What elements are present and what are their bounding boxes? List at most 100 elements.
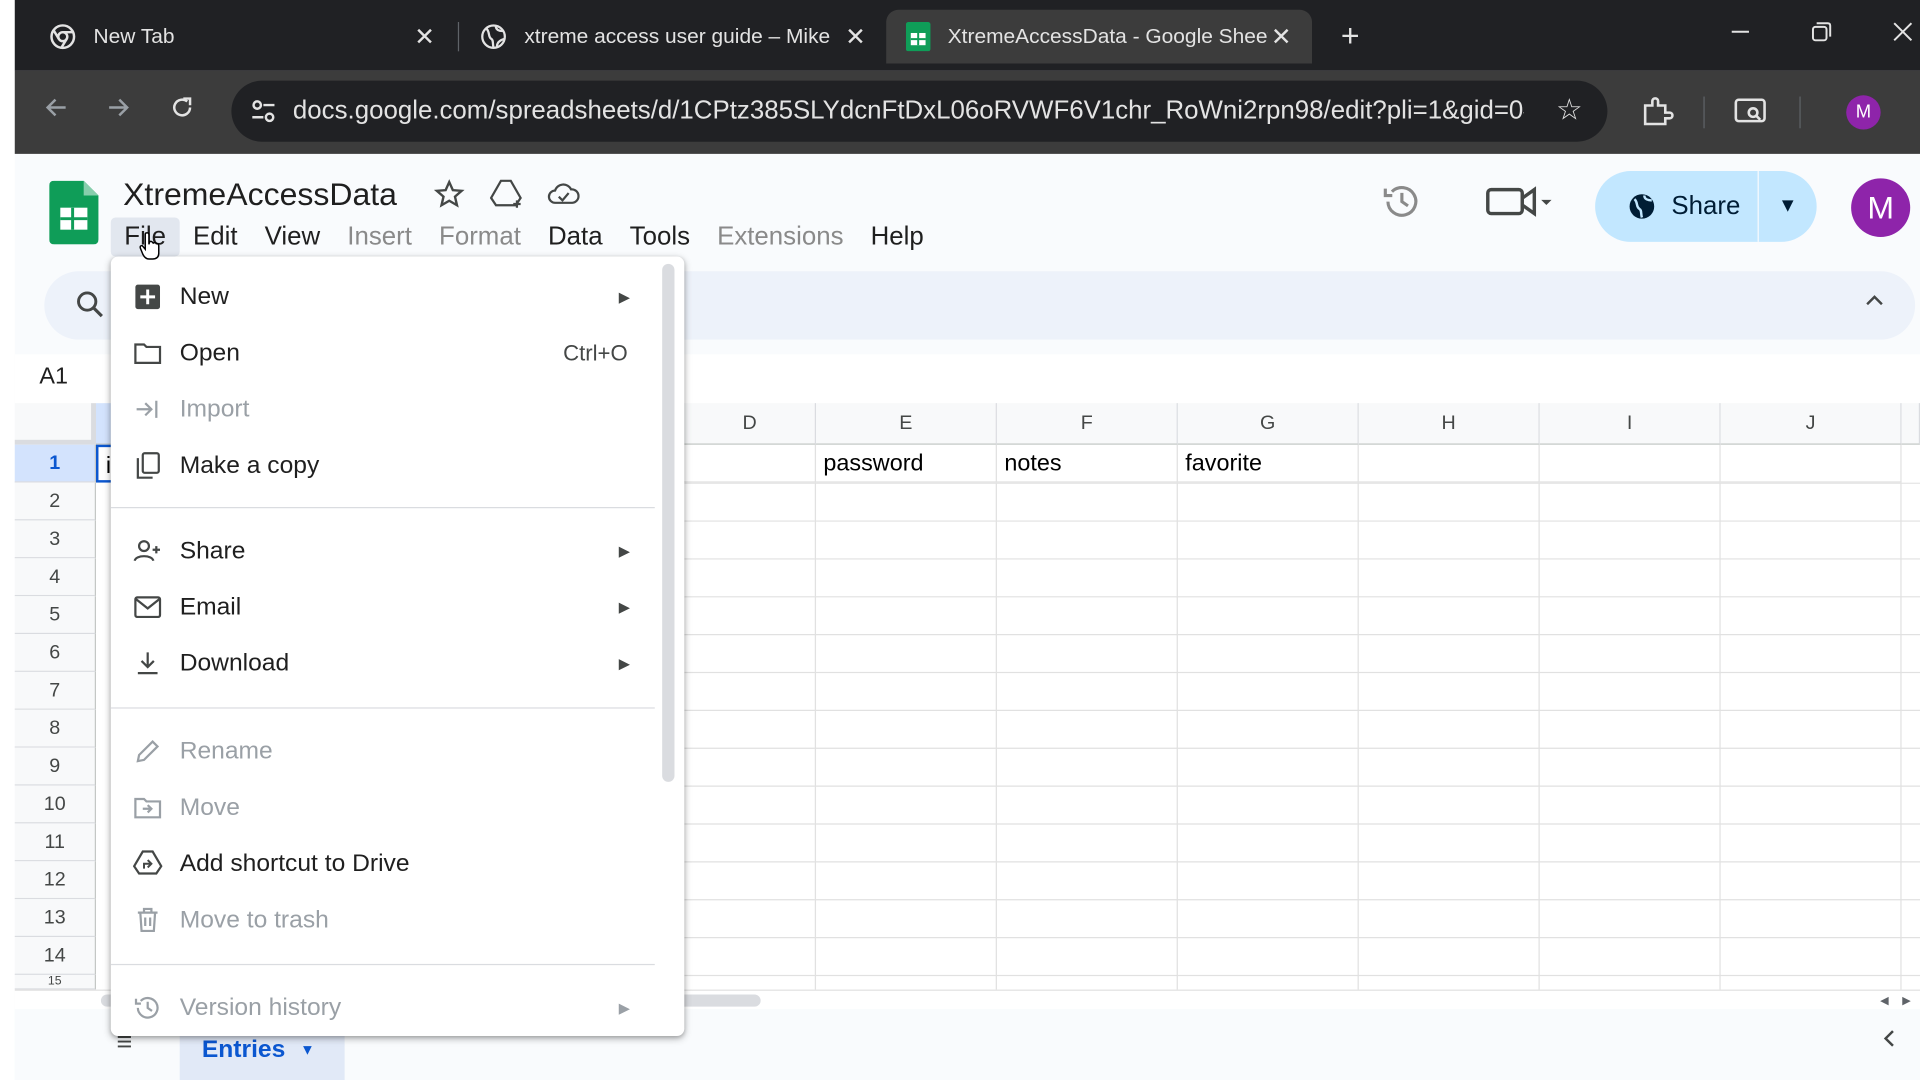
caret-down-icon[interactable]: ▼ [300,1041,315,1058]
column-header-i[interactable]: I [1539,403,1721,445]
row-header-12[interactable]: 12 [14,861,97,900]
version-history-icon[interactable] [1381,181,1425,225]
column-header-g[interactable]: G [1177,403,1359,445]
menu-item-make-a-copy[interactable]: Make a copy [111,437,655,493]
tab-new-tab[interactable]: New Tab ✕ [30,10,456,64]
window-close-icon[interactable] [1886,17,1920,54]
row-header-1[interactable]: 1 [14,444,97,483]
menu-scrollbar[interactable] [662,263,675,782]
menu-item-move-to-trash[interactable]: Move to trash [111,892,655,948]
tab-title: XtremeAccessData - Google Sheets [947,24,1268,48]
select-all-corner[interactable] [14,403,97,445]
row-header-14[interactable]: 14 [14,937,97,975]
menu-item-label: Move [179,794,240,821]
chevron-up-icon[interactable] [1859,288,1891,320]
cell-i1[interactable] [1539,444,1721,483]
menu-item-add-shortcut-to-drive[interactable]: Add shortcut to Drive [111,836,655,892]
menu-item-share[interactable]: Share ▶ [111,523,655,579]
forward-icon[interactable] [98,93,137,132]
share-button[interactable]: Share [1595,171,1757,242]
share-dropdown-icon[interactable]: ▼ [1759,171,1817,242]
row-header-10[interactable]: 10 [14,785,97,824]
share-button-group: Share ▼ [1595,171,1817,242]
menu-insert[interactable]: Insert [334,217,426,256]
menu-item-email[interactable]: Email ▶ [111,579,655,635]
menu-format[interactable]: Format [425,217,534,256]
row-header-15[interactable]: 15 [14,974,97,990]
tab-user-guide[interactable]: xtreme access user guide – Mike ✕ [460,10,886,64]
menu-item-rename[interactable]: Rename [111,723,655,779]
extensions-icon[interactable] [1639,94,1676,131]
cloud-status-icon[interactable] [546,178,580,212]
hand-cursor-icon [139,232,160,260]
address-bar[interactable]: docs.google.com/spreadsheets/d/1CPtz385S… [231,80,1608,142]
sheets-logo-icon[interactable] [49,180,99,245]
tab-close-icon[interactable]: ✕ [842,21,869,52]
row-header-5[interactable]: 5 [14,596,97,635]
menu-separator [110,507,655,509]
back-icon[interactable] [37,93,76,132]
restore-icon[interactable] [1804,17,1838,54]
new-tab-button[interactable]: + [1334,17,1366,54]
side-panel-toggle-icon[interactable] [1873,1026,1905,1058]
cell-h1[interactable] [1358,444,1540,483]
menu-view[interactable]: View [251,217,334,256]
star-icon[interactable] [433,178,467,212]
cell-g1[interactable]: favorite [1177,444,1359,483]
menu-item-label: New [179,283,229,311]
row-header-9[interactable]: 9 [14,747,97,786]
column-header-e[interactable]: E [816,403,997,445]
menu-extensions[interactable]: Extensions [704,217,858,256]
menu-item-new[interactable]: New ▶ [111,269,655,325]
tab-close-icon[interactable]: ✕ [1268,21,1295,52]
site-settings-icon[interactable] [249,97,279,126]
name-box[interactable]: A1 [39,364,68,391]
row-header-8[interactable]: 8 [14,709,97,748]
meet-icon[interactable] [1484,181,1558,225]
document-title[interactable]: XtremeAccessData [123,176,397,214]
menu-edit[interactable]: Edit [180,217,252,256]
row-header-4[interactable]: 4 [14,558,97,597]
menu-separator [110,963,655,966]
menu-item-version-history[interactable]: Version history ▶ [111,980,655,1036]
minimize-icon[interactable] [1723,17,1757,54]
tab-search-icon[interactable] [1733,94,1770,131]
scroll-left-icon[interactable]: ◀ [1876,991,1893,1011]
trash-icon [137,907,158,933]
menu-item-move[interactable]: Move [111,779,655,835]
tab-close-icon[interactable]: ✕ [411,21,438,52]
bookmark-star-icon[interactable]: ☆ [1553,95,1585,127]
menu-separator [110,707,655,709]
cell-j1[interactable] [1720,444,1902,483]
menu-item-open[interactable]: Open Ctrl+O [111,325,655,381]
row-header-11[interactable]: 11 [14,823,97,862]
globe-icon [481,24,506,49]
menu-data[interactable]: Data [534,217,616,256]
move-to-drive-icon[interactable] [489,178,524,212]
reload-icon[interactable] [162,93,201,132]
row-header-6[interactable]: 6 [14,634,97,672]
cell-f1[interactable]: notes [996,444,1178,483]
menu-tools[interactable]: Tools [616,217,703,256]
row-header-3[interactable]: 3 [14,520,97,559]
column-header-d[interactable]: D [684,403,817,445]
tab-xtreme-access-data[interactable]: XtremeAccessData - Google Sheets ✕ [886,9,1313,64]
url-text[interactable]: docs.google.com/spreadsheets/d/1CPtz385S… [293,81,1524,142]
row-header-2[interactable]: 2 [14,482,97,521]
column-header-f[interactable]: F [996,403,1178,445]
column-header-j[interactable]: J [1720,403,1902,445]
row-header-13[interactable]: 13 [14,899,97,938]
menu-item-download[interactable]: Download ▶ [111,635,655,691]
cell-e1[interactable]: password [816,444,997,483]
scroll-right-icon[interactable]: ▶ [1898,991,1915,1011]
menu-bar: File Edit View Insert Format Data Tools … [110,217,938,257]
globe-icon [1629,194,1655,219]
menu-item-import[interactable]: Import [111,381,655,437]
profile-avatar[interactable]: M [1846,95,1881,130]
column-header-h[interactable]: H [1358,403,1540,445]
more-menu-icon[interactable]: ⋮ [1910,93,1920,132]
account-avatar[interactable]: M [1851,178,1911,238]
row-header-7[interactable]: 7 [14,671,97,710]
column-header-k[interactable] [1901,403,1920,445]
menu-help[interactable]: Help [857,217,937,256]
